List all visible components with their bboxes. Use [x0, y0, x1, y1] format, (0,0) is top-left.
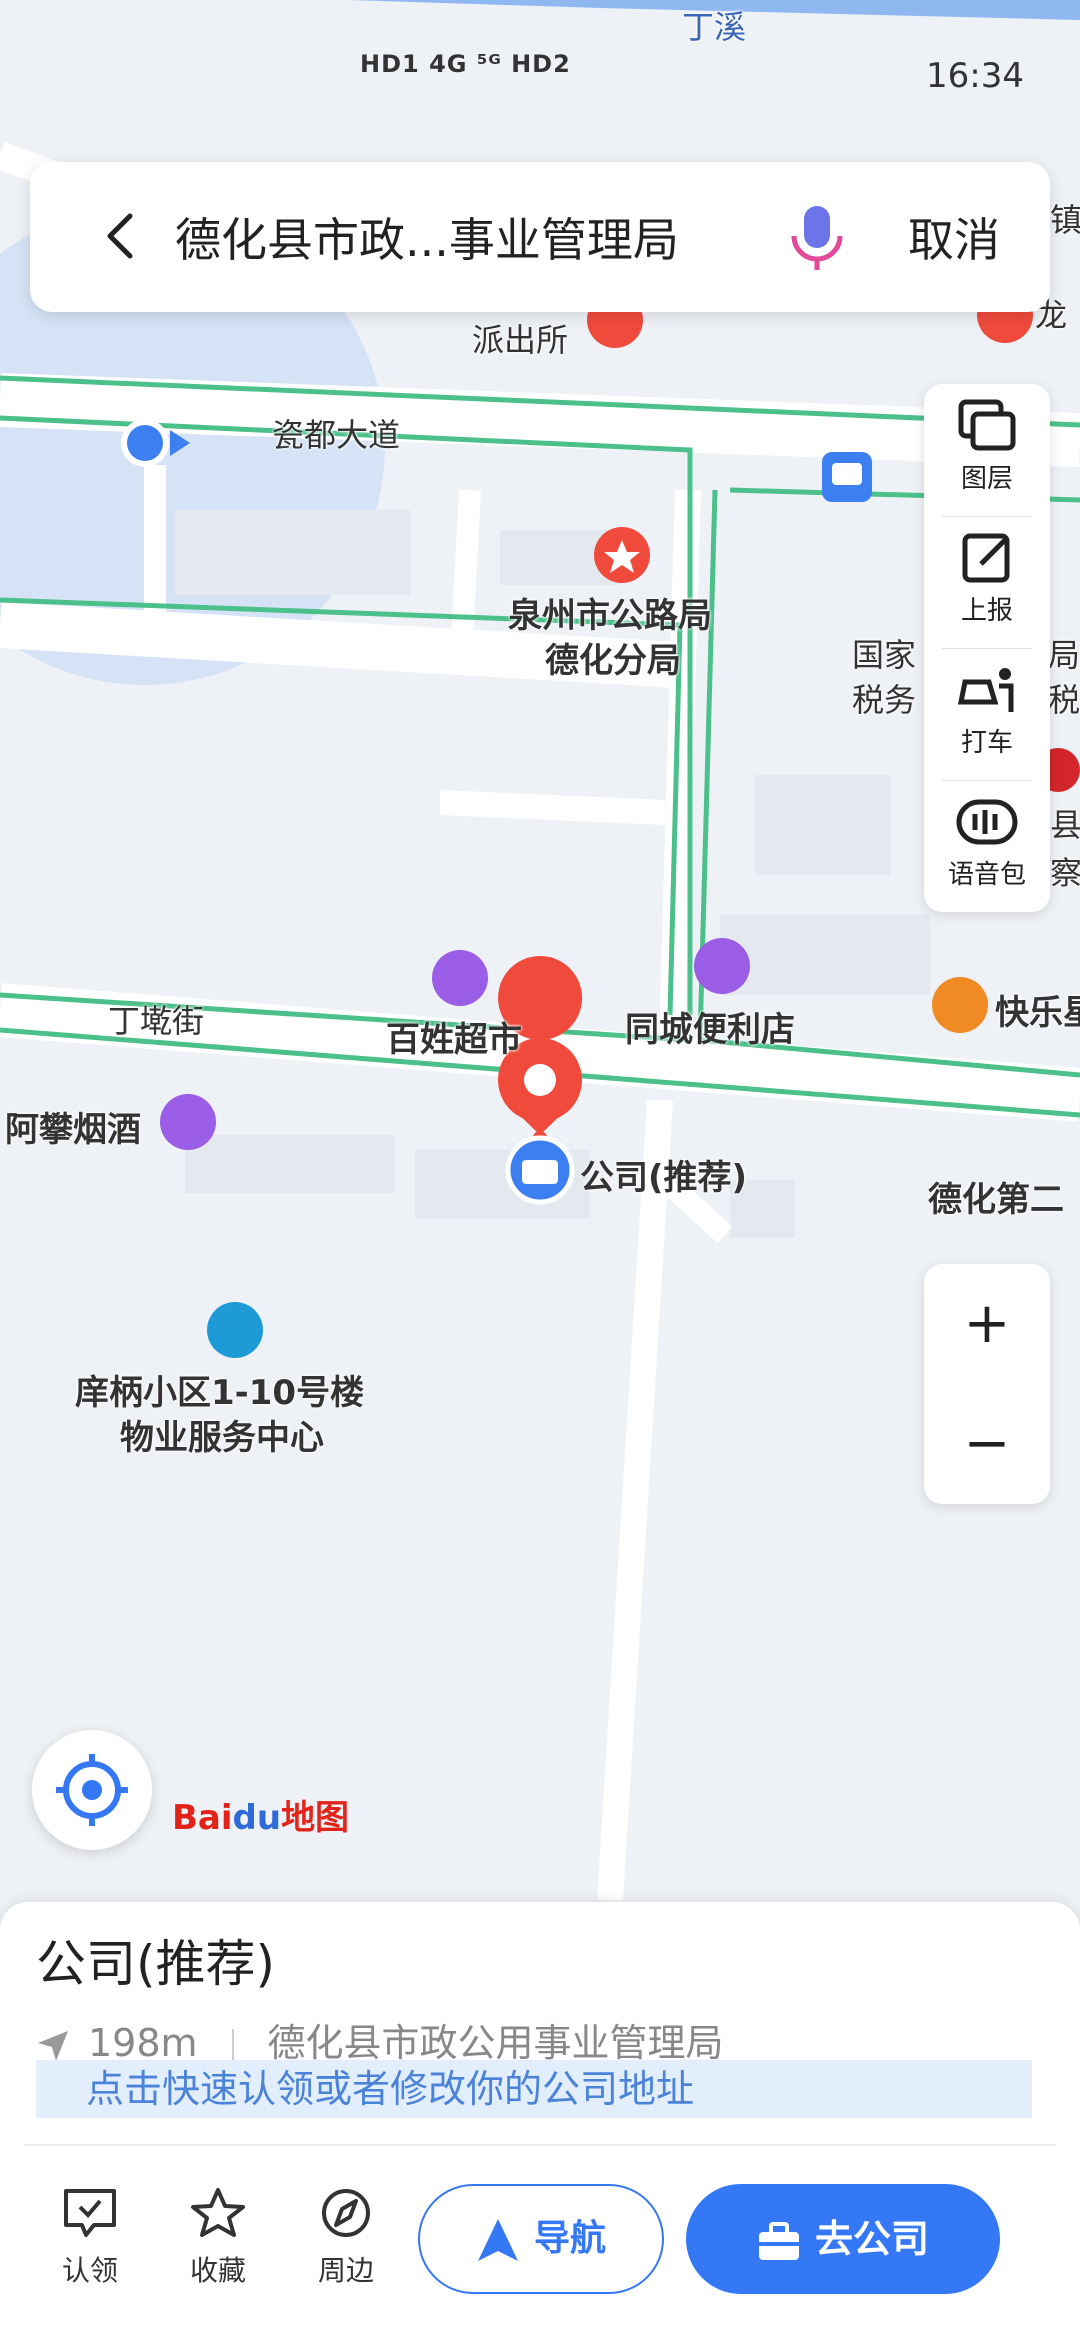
claim-icon	[64, 2189, 116, 2237]
distance-address-row: 198m 德化县市政公用事业管理局	[36, 2012, 724, 2067]
baidu-map-logo: Baidu地图	[172, 1798, 350, 1838]
report-label: 上报	[960, 596, 1013, 626]
river-label: 丁溪	[682, 8, 747, 46]
navigation-arrow-icon	[477, 2219, 518, 2261]
highway-bureau-label-2: 德化分局	[545, 641, 681, 681]
crosshair-icon	[56, 1754, 128, 1826]
tobacco-shop-label: 阿攀烟酒	[5, 1110, 141, 1150]
search-query[interactable]: 德化县市政...事业管理局	[175, 204, 679, 270]
taxi-button[interactable]: 打车	[924, 648, 1050, 780]
police-label: 派出所	[472, 321, 569, 359]
place-address: 德化县市政公用事业管理局	[267, 2021, 724, 2065]
voice-pack-button[interactable]: 语音包	[924, 780, 1050, 912]
locate-me-button[interactable]	[32, 1730, 152, 1850]
compass-icon	[322, 2189, 370, 2237]
go-company-label: 去公司	[814, 2217, 929, 2261]
voice-pack-label: 语音包	[947, 860, 1026, 890]
community-label-2: 物业服务中心	[120, 1418, 324, 1458]
briefcase-icon	[758, 2221, 799, 2260]
network-indicators: HD1 4G ⁵ᴳ HD2	[360, 50, 571, 78]
convenience-store-label: 同城便利店	[625, 1010, 795, 1050]
favorite-button[interactable]: 收藏	[168, 2187, 268, 2289]
community-label-1: 庠柄小区1-10号楼	[75, 1373, 365, 1413]
claim-company-banner[interactable]: 点击快速认领或者修改你的公司地址	[36, 2060, 1032, 2118]
county-label-1: 县	[1050, 806, 1080, 844]
taxi-label: 打车	[960, 728, 1013, 758]
place-title: 公司(推荐)	[36, 1935, 276, 1993]
distance-value: 198m	[88, 2021, 198, 2065]
layers-label: 图层	[960, 464, 1013, 494]
report-button[interactable]: 上报	[924, 516, 1050, 648]
status-time: 16:34	[926, 56, 1024, 96]
zoom-control: + −	[924, 1264, 1050, 1504]
street-label: 丁墘街	[108, 1002, 205, 1040]
tax-label-2: 税务	[852, 681, 917, 719]
company-pin-label: 公司(推荐)	[580, 1158, 748, 1198]
claim-label: 认领	[61, 2254, 118, 2287]
county-label-2: 察	[1050, 854, 1080, 892]
back-arrow-icon[interactable]	[90, 206, 150, 266]
voice-pack-icon	[956, 799, 1018, 845]
school-label: 德化第二	[928, 1180, 1064, 1220]
taxi-icon	[957, 668, 1014, 712]
search-bar[interactable]: 德化县市政...事业管理局 取消	[30, 162, 1050, 312]
layers-button[interactable]: 图层	[924, 384, 1050, 516]
nearby-label: 周边	[317, 2254, 374, 2287]
supermarket-label: 百姓超市	[386, 1020, 522, 1060]
restaurant-label: 快乐星	[995, 993, 1080, 1033]
report-icon	[962, 533, 1010, 583]
road-ciduo-label: 瓷都大道	[272, 416, 401, 454]
zoom-in-button[interactable]: +	[924, 1264, 1050, 1384]
town-label: 镇	[1050, 201, 1080, 239]
favorite-label: 收藏	[189, 2254, 246, 2287]
tax-label-1: 国家	[852, 636, 917, 674]
status-bar: HD1 4G ⁵ᴳ HD2 16:34	[0, 50, 1080, 110]
claim-button[interactable]: 认领	[40, 2187, 140, 2289]
cancel-button[interactable]: 取消	[908, 204, 1000, 270]
tax-label-3: 局	[1048, 636, 1080, 674]
highway-bureau-label-1: 泉州市公路局	[508, 596, 712, 636]
place-card: 公司(推荐) 198m 德化县市政公用事业管理局 点击快速认领或者修改你的公司地址…	[0, 1902, 1080, 2340]
navigate-button[interactable]: 导航	[418, 2184, 664, 2294]
microphone-icon[interactable]	[782, 202, 852, 274]
zoom-out-button[interactable]: −	[924, 1384, 1050, 1504]
layers-icon	[958, 399, 1016, 451]
star-icon	[191, 2188, 245, 2237]
map-tools-panel: 图层 上报 打车 语音包	[924, 384, 1050, 912]
tax-label-4: 税	[1048, 681, 1080, 719]
navigate-label: 导航	[533, 2218, 606, 2259]
nearby-button[interactable]: 周边	[296, 2187, 396, 2289]
go-company-button[interactable]: 去公司	[686, 2184, 1000, 2294]
direction-arrow-icon	[38, 2030, 68, 2061]
